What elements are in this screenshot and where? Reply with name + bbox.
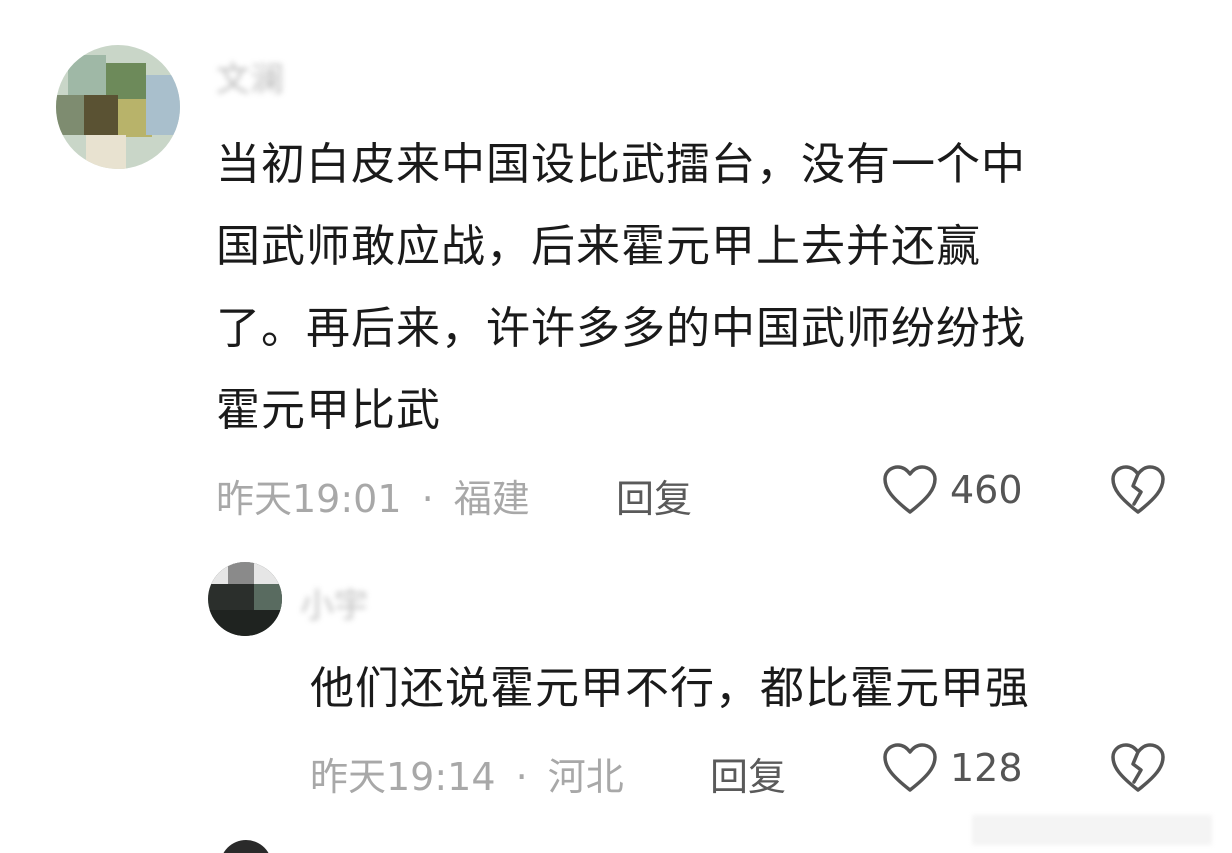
avatar-pixel bbox=[56, 95, 84, 135]
comment-meta: 昨天19:14 · 河北 bbox=[310, 746, 624, 801]
meta-separator: · bbox=[421, 477, 434, 521]
comment-location: 福建 bbox=[453, 477, 530, 521]
comment-meta: 昨天19:01 · 福建 bbox=[216, 468, 530, 523]
avatar-pixel bbox=[254, 584, 282, 610]
comment-time: 昨天19:01 bbox=[216, 477, 402, 521]
username[interactable]: 文澜 bbox=[216, 52, 284, 101]
avatar-pixel bbox=[228, 562, 254, 584]
broken-heart-icon[interactable] bbox=[1110, 742, 1166, 794]
like-count: 128 bbox=[950, 746, 1023, 790]
comment-location: 河北 bbox=[547, 755, 624, 799]
comment-text: 当初白皮来中国设比武擂台，没有一个中 国武师敢应战，后来霍元甲上去并还赢 了。再… bbox=[216, 124, 1026, 452]
heart-outline-icon[interactable] bbox=[882, 464, 938, 516]
comment-line: 国武师敢应战，后来霍元甲上去并还赢 bbox=[216, 221, 981, 272]
avatar-pixel bbox=[106, 63, 146, 99]
avatar[interactable] bbox=[208, 562, 282, 636]
comment-time: 昨天19:14 bbox=[310, 755, 496, 799]
avatar-pixel bbox=[208, 610, 282, 636]
avatar[interactable] bbox=[56, 45, 180, 169]
comment-line: 他们还说霍元甲不行，都比霍元甲强 bbox=[310, 663, 1030, 714]
heart-outline-icon[interactable] bbox=[882, 742, 938, 794]
avatar-pixel bbox=[86, 135, 126, 169]
avatar-pixel bbox=[68, 55, 106, 95]
comment-line: 了。再后来，许许多多的中国武师纷纷找 bbox=[216, 303, 1026, 354]
like-count: 460 bbox=[950, 468, 1023, 512]
watermark bbox=[972, 815, 1212, 845]
avatar-pixel bbox=[84, 95, 118, 135]
comment-text: 他们还说霍元甲不行，都比霍元甲强 bbox=[310, 648, 1030, 730]
avatar-pixel bbox=[146, 75, 180, 135]
username[interactable]: 小宇 bbox=[300, 578, 368, 627]
reply-button[interactable]: 回复 bbox=[710, 746, 786, 801]
broken-heart-icon[interactable] bbox=[1110, 464, 1166, 516]
comment-line: 当初白皮来中国设比武擂台，没有一个中 bbox=[216, 139, 1026, 190]
reply-button[interactable]: 回复 bbox=[616, 468, 692, 523]
meta-separator: · bbox=[515, 755, 528, 799]
avatar[interactable] bbox=[220, 840, 272, 853]
comment-line: 霍元甲比武 bbox=[216, 385, 441, 436]
